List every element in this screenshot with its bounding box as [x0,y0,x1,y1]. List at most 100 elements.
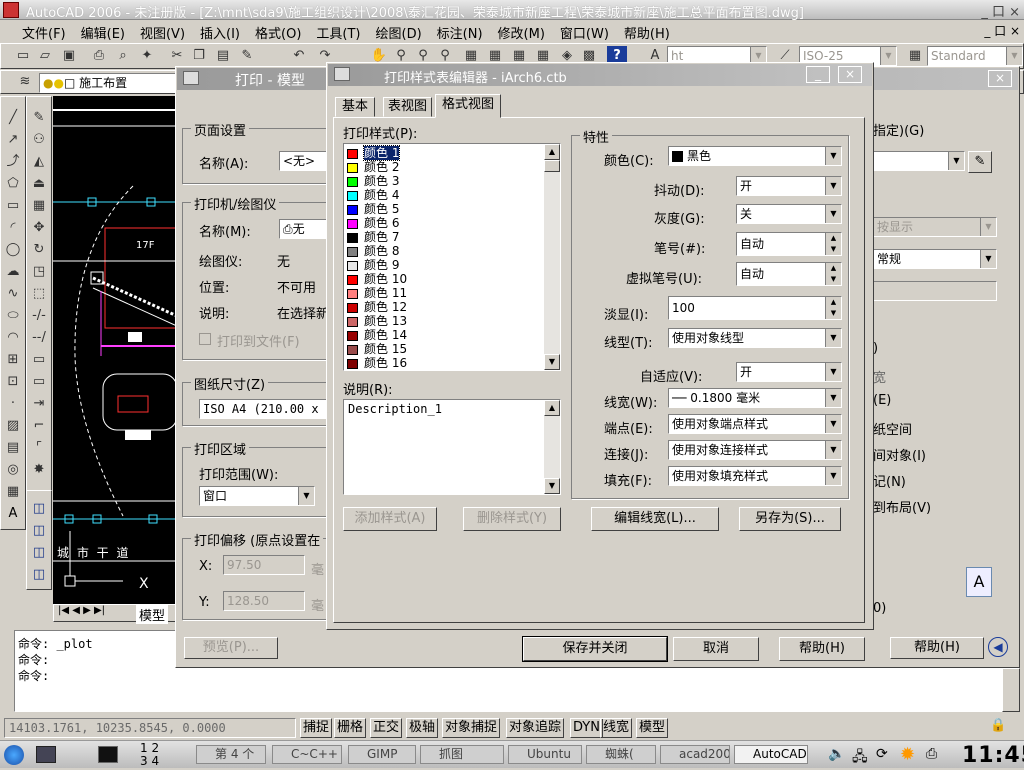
menu-item[interactable]: 编辑(E) [81,27,125,42]
desc-scroll-down[interactable]: ▼ [544,478,560,494]
clock[interactable]: 11:45 [962,743,1024,768]
editor-close[interactable]: × [838,66,862,83]
make-block-icon[interactable]: ⊡ [3,372,23,392]
preview-button[interactable]: 预览(P)... [184,637,278,659]
plot-style-item[interactable]: 颜色 13 [344,314,544,328]
ellipse-icon[interactable]: ⬭ [3,306,23,326]
menu-item[interactable]: 帮助(H) [624,27,670,42]
plot-range-select[interactable]: 窗口 ▼ [199,486,315,506]
color-select[interactable]: 黑色 ▼ [668,146,842,166]
menu-item[interactable]: 绘图(D) [376,27,422,42]
menu-item[interactable]: 文件(F) [22,27,66,42]
delete-style-button[interactable]: 删除样式(Y) [463,507,561,531]
array-icon[interactable]: ▦ [29,196,49,216]
new-icon[interactable]: ▭ [13,46,33,66]
cut-icon[interactable]: ✂ [167,46,187,66]
gradient-icon[interactable]: ▤ [3,438,23,458]
save-as-button[interactable]: 另存为(S)... [739,507,841,531]
extend-icon[interactable]: --/ [29,328,49,348]
linetype-select[interactable]: 使用对象线型 ▼ [668,328,842,348]
help-button[interactable]: 帮助(H) [779,637,865,661]
break-point-icon[interactable]: ▭ [29,350,49,370]
plot-to-file-checkbox[interactable] [199,333,211,345]
plot-style-item[interactable]: 颜色 5 [344,202,544,216]
line-end-select[interactable]: 使用对象端点样式 ▼ [668,414,842,434]
scroll-down-arrow[interactable]: ▼ [544,354,560,370]
polygon-icon[interactable]: ⬠ [3,174,23,194]
menu-item[interactable]: 窗口(W) [560,27,609,42]
dither-select[interactable]: 开 ▼ [736,176,842,196]
plot-style-item[interactable]: 颜色 3 [344,174,544,188]
mtext-icon[interactable]: A [3,504,23,524]
plot-style-item[interactable]: 颜色 9 [344,258,544,272]
status-toggle[interactable]: 栅格 [334,718,367,738]
line-icon[interactable]: ╱ [3,108,23,128]
tab-nav-first-icon[interactable]: |◀ ◀ ▶ ▶| [58,605,105,616]
save-icon[interactable]: ▣ [59,46,79,66]
plot-style-item[interactable]: 颜色 12 [344,300,544,314]
undo-icon[interactable]: ↶ [289,46,309,66]
edit-plot-style-button[interactable]: ✎ [968,151,992,173]
status-toggle[interactable]: 对象捕捉 [442,718,501,738]
menu-item[interactable]: 视图(V) [140,27,185,42]
taskbar-item[interactable]: 第 4 个 [196,745,266,764]
offset-x-input[interactable]: 97.50 [223,555,305,575]
plot-style-item[interactable]: 颜色 7 [344,230,544,244]
chamfer-icon[interactable]: ⌐ [29,416,49,436]
trim-icon[interactable]: -/- [29,306,49,326]
expand-options-icon[interactable]: ◀ [988,637,1008,657]
offset-y-input[interactable]: 128.50 [223,591,305,611]
ellipse-arc-icon[interactable]: ◠ [3,328,23,348]
menu-item[interactable]: 工具(T) [316,27,360,42]
dpi-input[interactable] [873,281,997,301]
status-toggle[interactable]: 极轴 [406,718,439,738]
move-icon[interactable]: ✥ [29,218,49,238]
paper-size-select[interactable]: ISO A4 (210.00 x [199,399,333,419]
xline-icon[interactable]: ↗ [3,130,23,150]
polyline-icon[interactable]: ⤴ [3,152,23,172]
preview-icon[interactable]: ⌕ [113,46,133,66]
status-toggle[interactable]: 正交 [370,718,403,738]
pen-spinner[interactable]: 自动 ▲ ▼ [736,232,842,256]
grayscale-select[interactable]: 关 ▼ [736,204,842,224]
plot-dialog-close[interactable]: × [988,70,1012,87]
scroll-thumb[interactable] [544,160,560,172]
fill-style-select[interactable]: 使用对象填充样式 ▼ [668,466,842,486]
erase-icon[interactable]: ✎ [29,108,49,128]
plot-style-table-select[interactable]: ▼ [873,151,965,171]
point-icon[interactable]: · [3,394,23,414]
rectangle-icon[interactable]: ▭ [3,196,23,216]
desc-scroll-up[interactable]: ▲ [544,400,560,416]
tray-lock-icon[interactable]: 🔒 [990,718,1006,733]
volume-icon[interactable]: 🔈 [828,746,845,762]
bring-front-icon[interactable]: ◫ [29,521,49,541]
insert-block-icon[interactable]: ⊞ [3,350,23,370]
plot-style-item[interactable]: 颜色 8 [344,244,544,258]
hatch-icon[interactable]: ▨ [3,416,23,436]
taskbar-item[interactable]: 抓图 [420,745,504,764]
mdi-controls[interactable]: _ 口 × [984,22,1020,39]
menu-item[interactable]: 修改(M) [498,27,545,42]
plot-help-button[interactable]: 帮助(H) [890,637,984,659]
status-toggle[interactable]: DYN [570,718,603,738]
status-toggle[interactable]: 线宽 [600,718,633,738]
open-icon[interactable]: ▱ [35,46,55,66]
send-back-icon[interactable]: ◫ [29,543,49,563]
screening-spinner[interactable]: 100 ▲ ▼ [668,296,842,320]
line-join-select[interactable]: 使用对象连接样式 ▼ [668,440,842,460]
save-and-close-button[interactable]: 保存并关闭 [522,636,668,662]
edit-lineweights-button[interactable]: 编辑线宽(L)... [591,507,719,531]
taskbar-item[interactable]: C~C++ [272,745,342,764]
layer-select[interactable]: ●●□ 施工布置 [39,73,179,93]
workspace-switcher-bottom[interactable]: 3 4 [140,754,159,768]
menu-item[interactable]: 格式(O) [255,27,301,42]
stretch-icon[interactable]: ⬚ [29,284,49,304]
tab-form-view[interactable]: 格式视图 [435,94,502,118]
circle-icon[interactable]: ◯ [3,240,23,260]
plot-style-item[interactable]: 颜色 14 [344,328,544,342]
printer-name-select[interactable]: ⎙无 [279,219,333,239]
plot-style-item[interactable]: 颜色 10 [344,272,544,286]
table-style-icon[interactable]: ▦ [905,46,925,66]
cancel-button[interactable]: 取消 [673,637,759,661]
plot-style-item[interactable]: 颜色 16 [344,356,544,370]
